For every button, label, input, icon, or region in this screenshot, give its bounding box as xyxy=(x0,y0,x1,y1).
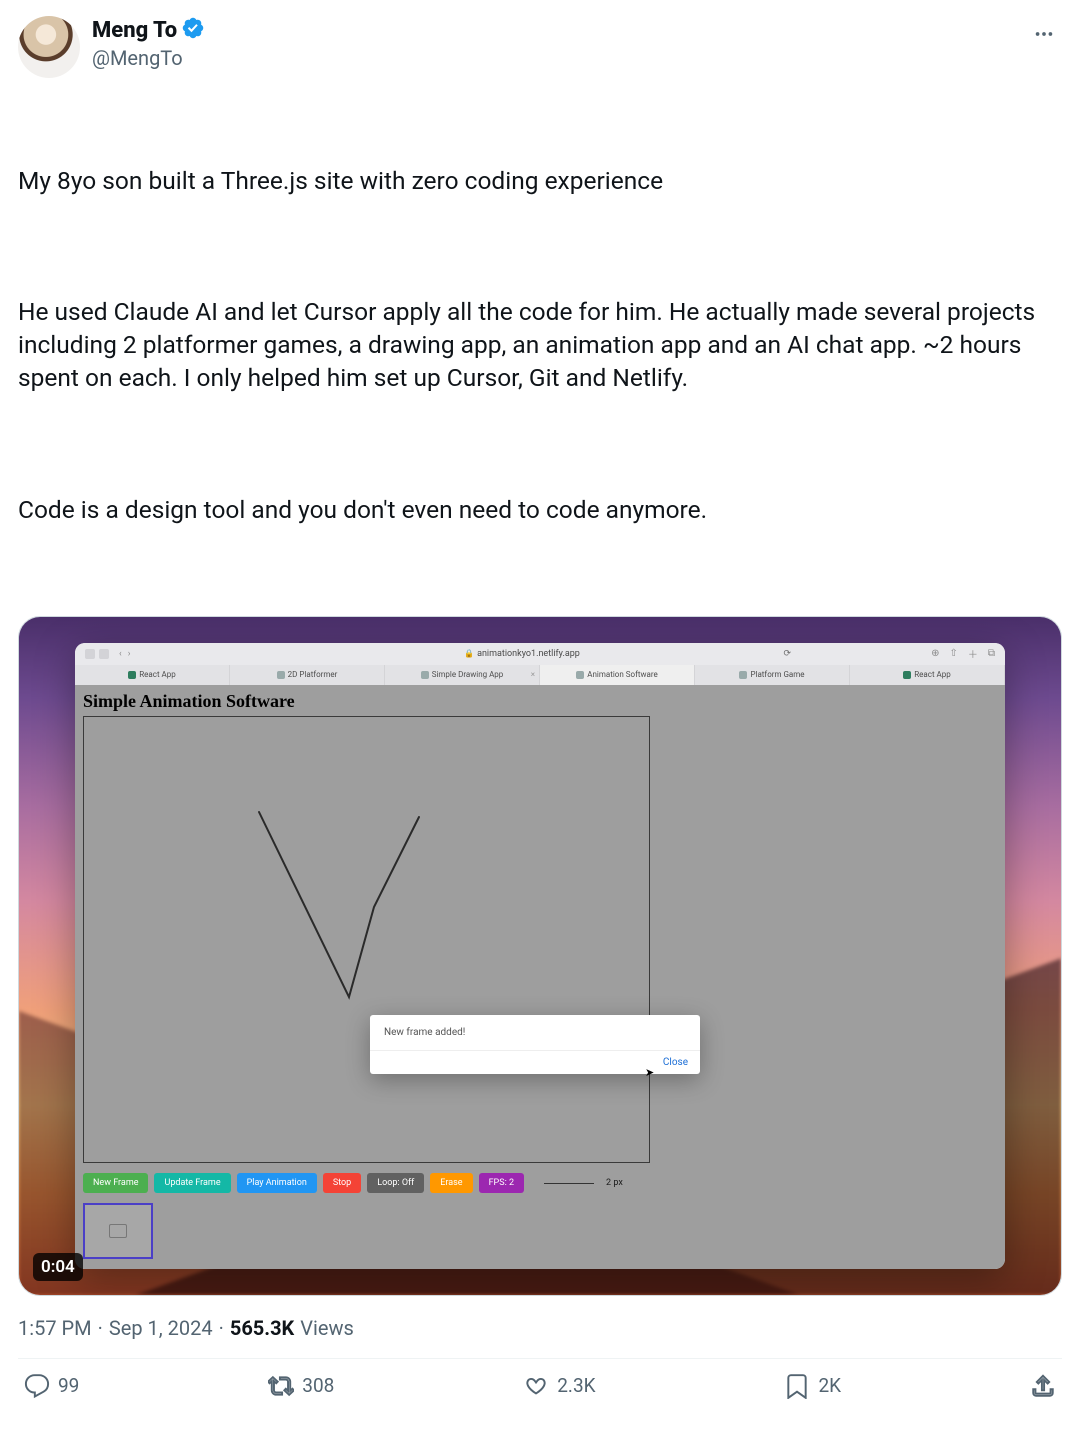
share-button[interactable] xyxy=(1030,1373,1056,1399)
bookmark-icon xyxy=(784,1373,810,1399)
tweet-paragraph-2: He used Claude AI and let Cursor apply a… xyxy=(18,295,1062,394)
more-options-button[interactable] xyxy=(1026,16,1062,52)
like-count: 2.3K xyxy=(557,1374,595,1397)
avatar[interactable] xyxy=(18,16,80,78)
retweet-button[interactable]: 308 xyxy=(268,1373,334,1399)
address-bar: 🔒 animationkyo1.netlify.app xyxy=(270,649,773,659)
tab-react-app-2: React App xyxy=(850,665,1005,685)
app-heading: Simple Animation Software xyxy=(83,691,997,712)
play-animation-button: Play Animation xyxy=(237,1173,317,1193)
tab-react-app-1: React App xyxy=(75,665,230,685)
loop-toggle: Loop: Off xyxy=(367,1173,424,1193)
tab-label: 2D Platformer xyxy=(288,670,338,679)
plus-icon: ＋ xyxy=(968,646,978,661)
tabs-icon: ⧉ xyxy=(988,648,995,659)
tweet-time[interactable]: 1:57 PM xyxy=(18,1316,92,1340)
share-icon: ⇧ xyxy=(949,648,957,659)
bookmark-count: 2K xyxy=(818,1374,841,1397)
retweet-icon xyxy=(268,1373,294,1399)
views-count[interactable]: 565.3K xyxy=(230,1316,294,1340)
tab-label: Simple Drawing App xyxy=(432,670,504,679)
favicon-icon xyxy=(739,671,747,679)
tab-label: React App xyxy=(139,670,176,679)
forward-icon: › xyxy=(128,649,131,659)
erase-button: Erase xyxy=(430,1173,472,1193)
bookmark-button[interactable]: 2K xyxy=(784,1373,841,1399)
alert-close-button: Close xyxy=(663,1057,688,1068)
reply-count: 99 xyxy=(58,1374,79,1397)
tab-drawing-app: Simple Drawing App × xyxy=(385,665,540,685)
lock-icon: 🔒 xyxy=(464,649,474,658)
tweet-container: Meng To @MengTo My 8yo son built a Three… xyxy=(0,0,1080,1425)
drawing-canvas xyxy=(83,716,650,1163)
video-timestamp: 0:04 xyxy=(33,1253,83,1281)
reload-icon: ⟳ xyxy=(784,649,792,659)
browser-window: ‹› 🔒 animationkyo1.netlify.app ⟳ ⊕ ⇧ ＋ ⧉… xyxy=(75,643,1005,1269)
views-label: Views xyxy=(300,1316,354,1340)
like-button[interactable]: 2.3K xyxy=(523,1373,595,1399)
display-name[interactable]: Meng To xyxy=(92,18,177,43)
tab-label: Platform Game xyxy=(750,670,804,679)
retweet-count: 308 xyxy=(302,1374,334,1397)
tweet-meta: 1:57 PM · Sep 1, 2024 · 565.3K Views xyxy=(18,1316,1062,1340)
url-text: animationkyo1.netlify.app xyxy=(477,649,580,659)
nav-arrows: ‹› xyxy=(119,649,130,659)
browser-toolbar: ‹› 🔒 animationkyo1.netlify.app ⟳ ⊕ ⇧ ＋ ⧉ xyxy=(75,643,1005,665)
page-content: Simple Animation Software New Frame Upda… xyxy=(75,685,1005,1269)
ellipsis-icon xyxy=(1033,23,1055,45)
new-frame-button: New Frame xyxy=(83,1173,148,1193)
favicon-icon xyxy=(421,671,429,679)
cursor-icon: ➤ xyxy=(645,1066,654,1079)
shield-icon: ⊕ xyxy=(931,648,939,659)
tab-label: Animation Software xyxy=(587,670,657,679)
media-video[interactable]: ‹› 🔒 animationkyo1.netlify.app ⟳ ⊕ ⇧ ＋ ⧉… xyxy=(18,616,1062,1296)
stroke-width-slider xyxy=(544,1183,594,1184)
update-frame-button: Update Frame xyxy=(154,1173,230,1193)
divider xyxy=(18,1358,1062,1359)
thumbnail-icon xyxy=(109,1224,127,1238)
sidebar-toggle-icon xyxy=(85,649,109,659)
tab-2d-platformer: 2D Platformer xyxy=(230,665,385,685)
fps-button: FPS: 2 xyxy=(479,1173,524,1193)
px-value: 2 px xyxy=(606,1178,623,1188)
favicon-icon xyxy=(128,671,136,679)
tab-platform-game: Platform Game xyxy=(695,665,850,685)
close-tab-icon: × xyxy=(531,670,535,679)
stop-button: Stop xyxy=(323,1173,361,1193)
tweet-actions: 99 308 2.3K 2K xyxy=(18,1369,1062,1417)
tab-animation-software: Animation Software xyxy=(540,665,695,685)
handle[interactable]: @MengTo xyxy=(92,46,205,70)
browser-tabs: React App 2D Platformer Simple Drawing A… xyxy=(75,665,1005,685)
back-icon: ‹ xyxy=(119,649,122,659)
reply-button[interactable]: 99 xyxy=(24,1373,79,1399)
reply-icon xyxy=(24,1373,50,1399)
frame-thumbnail xyxy=(83,1203,153,1259)
heart-icon xyxy=(523,1373,549,1399)
tweet-date[interactable]: Sep 1, 2024 xyxy=(109,1316,213,1340)
tweet-paragraph-3: Code is a design tool and you don't even… xyxy=(18,493,1062,526)
tweet-header: Meng To @MengTo xyxy=(18,16,1062,78)
app-toolbar: New Frame Update Frame Play Animation St… xyxy=(83,1173,997,1193)
alert-message: New frame added! xyxy=(370,1015,700,1051)
favicon-icon xyxy=(576,671,584,679)
author-names: Meng To @MengTo xyxy=(92,16,205,70)
tab-label: React App xyxy=(914,670,951,679)
verified-badge-icon xyxy=(181,16,205,44)
favicon-icon xyxy=(277,671,285,679)
share-icon xyxy=(1030,1373,1056,1399)
tweet-paragraph-1: My 8yo son built a Three.js site with ze… xyxy=(18,164,1062,197)
favicon-icon xyxy=(903,671,911,679)
drawn-stroke xyxy=(254,807,454,1007)
tweet-text: My 8yo son built a Three.js site with ze… xyxy=(18,98,1062,602)
